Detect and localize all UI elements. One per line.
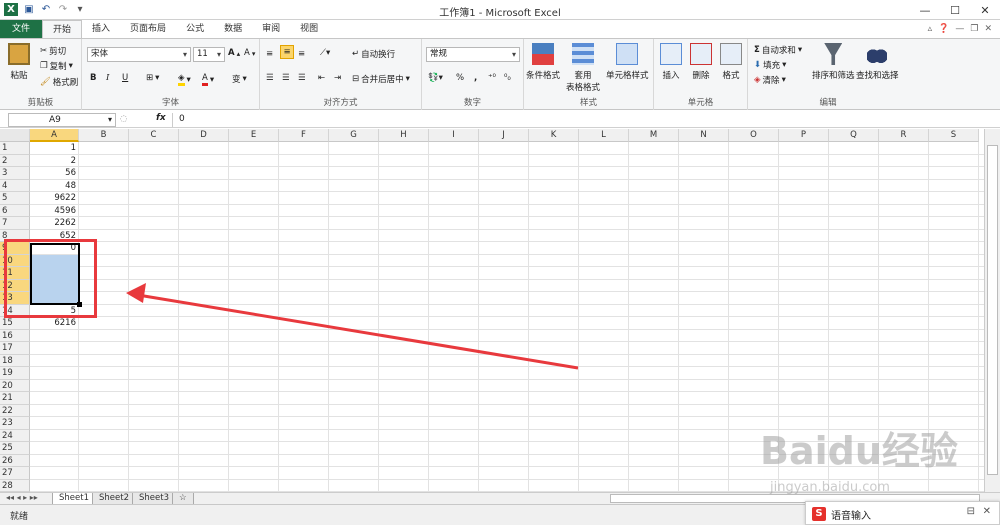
sogou-logo-icon: S [812,507,826,521]
ime-label: 语音输入 [831,511,871,522]
sheet-nav-arrows[interactable]: ◂◂ ◂ ▸ ▸▸ [6,493,38,502]
ime-toolbar[interactable]: S 语音输入 ⊟ ✕ [805,501,1000,525]
status-text: 就绪 [10,512,29,522]
watermark-url: jingyan.baidu.com [770,480,890,495]
ime-minimize-icon[interactable]: ⊟ [967,506,975,517]
watermark: Baidu经验 jingyan.baidu.com [760,420,990,500]
watermark-brand: Baidu经验 [760,429,958,473]
ime-close-icon[interactable]: ✕ [983,506,991,517]
